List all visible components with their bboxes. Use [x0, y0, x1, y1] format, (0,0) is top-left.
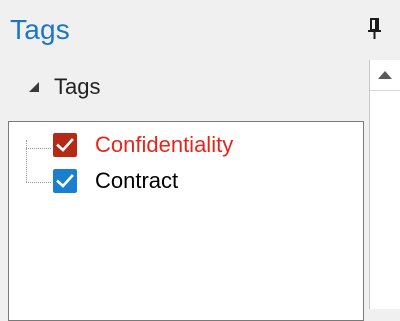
- collapse-triangle-icon[interactable]: [28, 81, 40, 93]
- section-label: Tags: [54, 74, 101, 99]
- tree-item-label: Contract: [95, 168, 179, 193]
- pin-icon: [368, 18, 381, 39]
- checkbox-confidentiality[interactable]: [53, 133, 77, 157]
- tag-tree: Confidentiality Contract: [8, 121, 364, 321]
- scroll-up-button[interactable]: [370, 60, 400, 90]
- tags-panel: Tags Tags Confidentiality Contract: [0, 0, 400, 321]
- scroll-track[interactable]: [370, 90, 400, 309]
- pin-button[interactable]: [362, 16, 388, 42]
- panel-title: Tags: [10, 14, 70, 45]
- section-header-tags[interactable]: Tags: [0, 62, 368, 114]
- tree-connector-horizontal: [26, 148, 51, 149]
- tree-connector-vertical: [26, 140, 27, 182]
- checkbox-contract[interactable]: [53, 169, 77, 193]
- panel-header: Tags: [0, 0, 400, 56]
- scroll-up-arrow-icon: [378, 71, 392, 79]
- tree-item-label: Confidentiality: [95, 132, 234, 157]
- vertical-scrollbar[interactable]: [369, 60, 400, 309]
- tree-connector-horizontal: [26, 182, 51, 183]
